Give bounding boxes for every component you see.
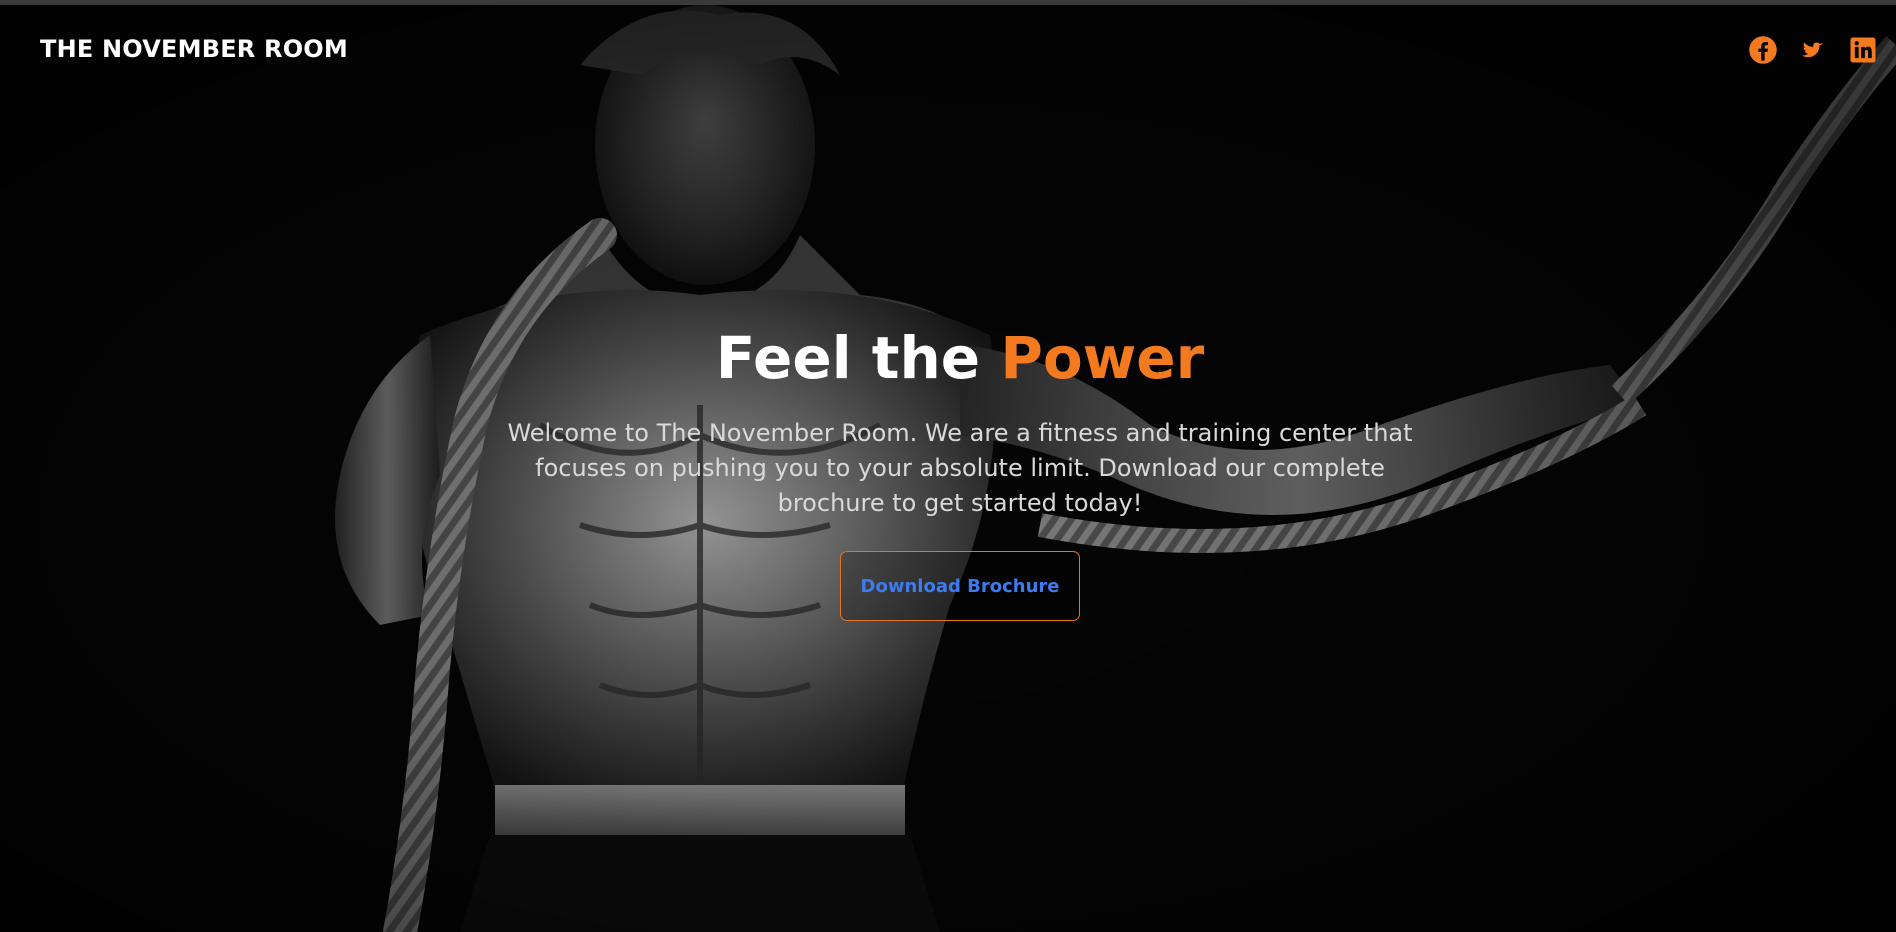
landing-page: THE NOVEMBER ROOM Feel the Power Welcome… xyxy=(0,0,1896,932)
facebook-icon[interactable] xyxy=(1748,35,1778,65)
hero-section: Feel the Power Welcome to The November R… xyxy=(480,320,1440,621)
brand-logo[interactable]: THE NOVEMBER ROOM xyxy=(40,35,348,63)
headline-text: Feel the xyxy=(715,324,981,392)
social-links xyxy=(1748,35,1878,65)
headline-accent: Power xyxy=(1000,324,1205,392)
linkedin-icon[interactable] xyxy=(1848,35,1878,65)
twitter-icon[interactable] xyxy=(1798,35,1828,65)
hero-intro-text: Welcome to The November Room. We are a f… xyxy=(507,419,1413,517)
hero-headline: Feel the Power xyxy=(480,320,1440,396)
navbar: THE NOVEMBER ROOM xyxy=(0,5,1896,91)
download-brochure-button[interactable]: Download Brochure xyxy=(840,551,1080,621)
